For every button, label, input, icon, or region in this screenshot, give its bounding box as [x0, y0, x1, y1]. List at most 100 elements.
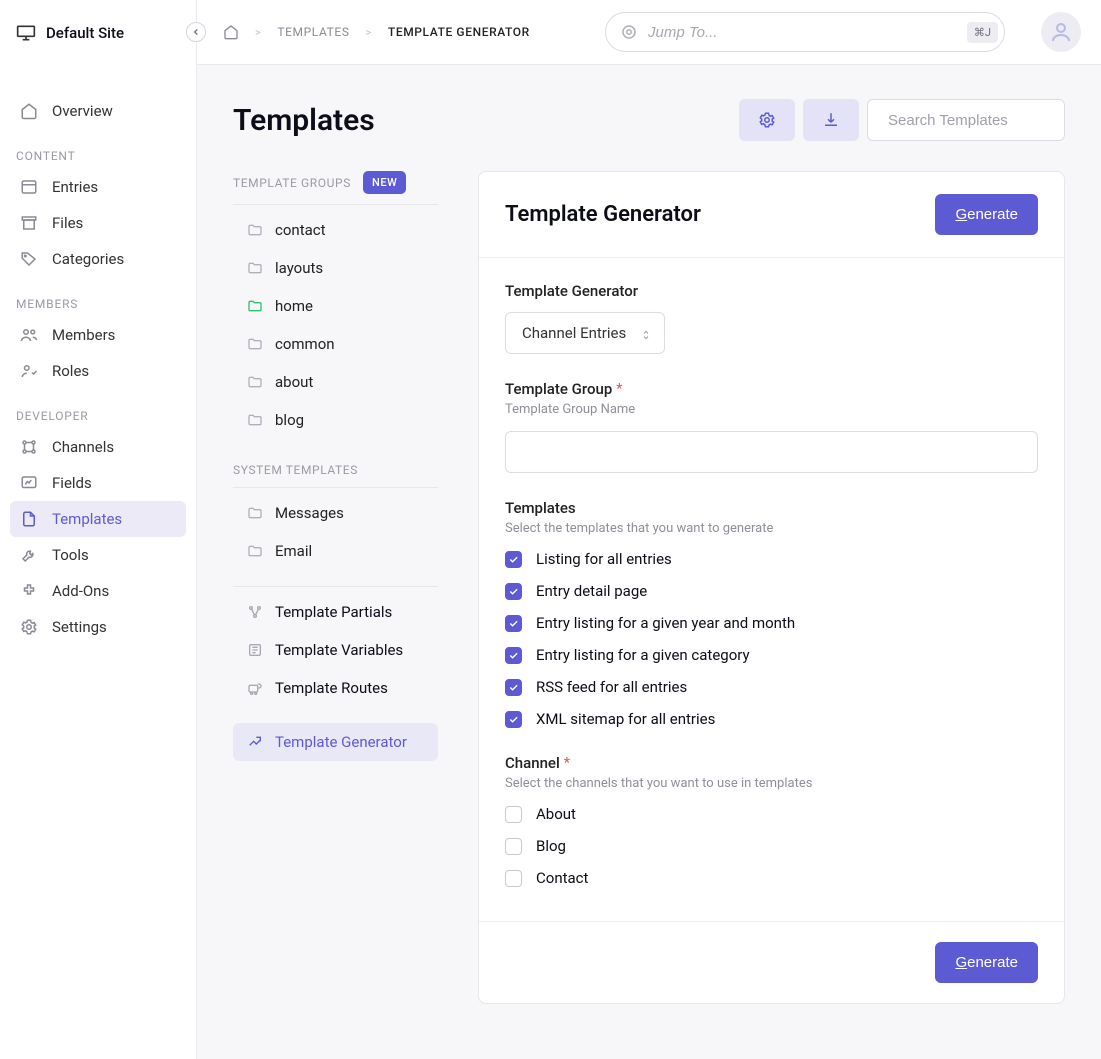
site-name-label: Default Site: [46, 24, 124, 42]
checkbox-label: Listing for all entries: [536, 550, 672, 568]
collapse-sidebar-button[interactable]: [186, 22, 206, 42]
page-title: Templates: [233, 103, 375, 138]
sidebar-item-label: Categories: [52, 250, 124, 268]
template-extra-item[interactable]: Template Variables: [233, 631, 438, 669]
target-icon: [620, 23, 638, 41]
new-template-group-button[interactable]: NEW: [363, 171, 407, 194]
folder-icon: [247, 505, 263, 521]
download-button[interactable]: [803, 99, 859, 141]
sidebar-item-label: Overview: [52, 102, 113, 120]
sidebar-item-addons[interactable]: Add-Ons: [10, 573, 186, 609]
gear-icon: [20, 618, 38, 636]
field-label: Template Group*: [505, 380, 1038, 398]
checkbox[interactable]: [505, 806, 522, 823]
jump-to[interactable]: ⌘J: [605, 12, 1005, 52]
user-avatar[interactable]: [1041, 12, 1081, 52]
monitor-icon: [16, 23, 36, 43]
system-template-name: Messages: [275, 504, 344, 522]
panel-footer: Generate: [479, 921, 1064, 1003]
users-icon: [20, 326, 38, 344]
sidebar-item-files[interactable]: Files: [10, 205, 186, 241]
site-selector[interactable]: Default Site: [16, 23, 124, 43]
sidebar-item-categories[interactable]: Categories: [10, 241, 186, 277]
sidebar-item-label: Roles: [52, 362, 89, 380]
checkbox-label: Entry listing for a given category: [536, 646, 750, 664]
template-sidebar: TEMPLATE GROUPS NEW contactlayoutshomeco…: [233, 171, 438, 761]
field-channel: Channel* Select the channels that you wa…: [505, 754, 1038, 887]
checkbox-row[interactable]: Blog: [505, 837, 1038, 855]
panel-body: Template Generator Channel Entries Templ…: [479, 258, 1064, 921]
checkbox-row[interactable]: XML sitemap for all entries: [505, 710, 1038, 728]
folder-icon: [247, 543, 263, 559]
search-input[interactable]: [888, 112, 1087, 129]
sidebar-item-label: Add-Ons: [52, 582, 109, 600]
template-group-item[interactable]: layouts: [233, 249, 438, 287]
system-template-item[interactable]: Messages: [233, 494, 438, 532]
role-icon: [20, 362, 38, 380]
jump-input[interactable]: [648, 24, 957, 41]
system-templates-heading: SYSTEM TEMPLATES: [233, 457, 438, 487]
checkbox[interactable]: [505, 647, 522, 664]
template-generator-link[interactable]: Template Generator: [233, 723, 438, 761]
breadcrumb-templates[interactable]: TEMPLATES: [277, 25, 349, 39]
generator-select[interactable]: Channel Entries: [505, 312, 665, 354]
sidebar-item-roles[interactable]: Roles: [10, 353, 186, 389]
checkbox[interactable]: [505, 870, 522, 887]
checkbox[interactable]: [505, 838, 522, 855]
sidebar-item-label: Settings: [52, 618, 107, 636]
checkbox[interactable]: [505, 551, 522, 568]
checkbox[interactable]: [505, 711, 522, 728]
checkbox-row[interactable]: About: [505, 805, 1038, 823]
checkbox-row[interactable]: RSS feed for all entries: [505, 678, 1038, 696]
archive-icon: [20, 214, 38, 232]
template-group-item[interactable]: blog: [233, 401, 438, 439]
sidebar-item-members[interactable]: Members: [10, 317, 186, 353]
template-group-name: blog: [275, 411, 304, 429]
checkbox-row[interactable]: Entry listing for a given category: [505, 646, 1038, 664]
checkbox-label: Contact: [536, 869, 588, 887]
template-group-item[interactable]: home: [233, 287, 438, 325]
checkbox-row[interactable]: Listing for all entries: [505, 550, 1038, 568]
sidebar-item-label: Tools: [52, 546, 89, 564]
template-extra-item[interactable]: Template Partials: [233, 593, 438, 631]
breadcrumb: > TEMPLATES > TEMPLATE GENERATOR: [223, 24, 530, 40]
folder-icon: [247, 374, 263, 390]
template-group-name: contact: [275, 221, 326, 239]
template-group-item[interactable]: about: [233, 363, 438, 401]
entries-icon: [20, 178, 38, 196]
template-group-input[interactable]: [505, 431, 1038, 473]
system-template-item[interactable]: Email: [233, 532, 438, 570]
checkbox[interactable]: [505, 679, 522, 696]
generate-button-bottom[interactable]: Generate: [935, 942, 1038, 983]
generator-icon: [247, 734, 263, 750]
sidebar-item-settings[interactable]: Settings: [10, 609, 186, 645]
panel-header: Template Generator Generate: [479, 172, 1064, 258]
sidebar-item-label: Fields: [52, 474, 92, 492]
checkbox-row[interactable]: Contact: [505, 869, 1038, 887]
search-templates[interactable]: [867, 99, 1065, 141]
template-extra-item[interactable]: Template Routes: [233, 669, 438, 707]
template-extras-list: Template PartialsTemplate VariablesTempl…: [233, 586, 438, 723]
channels-icon: [20, 438, 38, 456]
field-generator-type: Template Generator Channel Entries: [505, 282, 1038, 354]
nav-section-developer: DEVELOPER: [10, 389, 186, 429]
sidebar-item-templates[interactable]: Templates: [10, 501, 186, 537]
settings-button[interactable]: [739, 99, 795, 141]
checkbox[interactable]: [505, 583, 522, 600]
sidebar-item-fields[interactable]: Fields: [10, 465, 186, 501]
sidebar-item-entries[interactable]: Entries: [10, 169, 186, 205]
generate-button-top[interactable]: Generate: [935, 194, 1038, 235]
checkbox-row[interactable]: Entry listing for a given year and month: [505, 614, 1038, 632]
folder-icon: [247, 222, 263, 238]
template-group-item[interactable]: common: [233, 325, 438, 363]
field-hint: Select the templates that you want to ge…: [505, 521, 1038, 536]
sidebar-item-overview[interactable]: Overview: [10, 93, 186, 129]
templates-checklist: Listing for all entries Entry detail page…: [505, 550, 1038, 728]
checkbox[interactable]: [505, 615, 522, 632]
sidebar-item-tools[interactable]: Tools: [10, 537, 186, 573]
breadcrumb-home-icon[interactable]: [223, 24, 239, 40]
template-group-item[interactable]: contact: [233, 211, 438, 249]
sidebar-item-channels[interactable]: Channels: [10, 429, 186, 465]
folder-icon: [247, 260, 263, 276]
checkbox-row[interactable]: Entry detail page: [505, 582, 1038, 600]
